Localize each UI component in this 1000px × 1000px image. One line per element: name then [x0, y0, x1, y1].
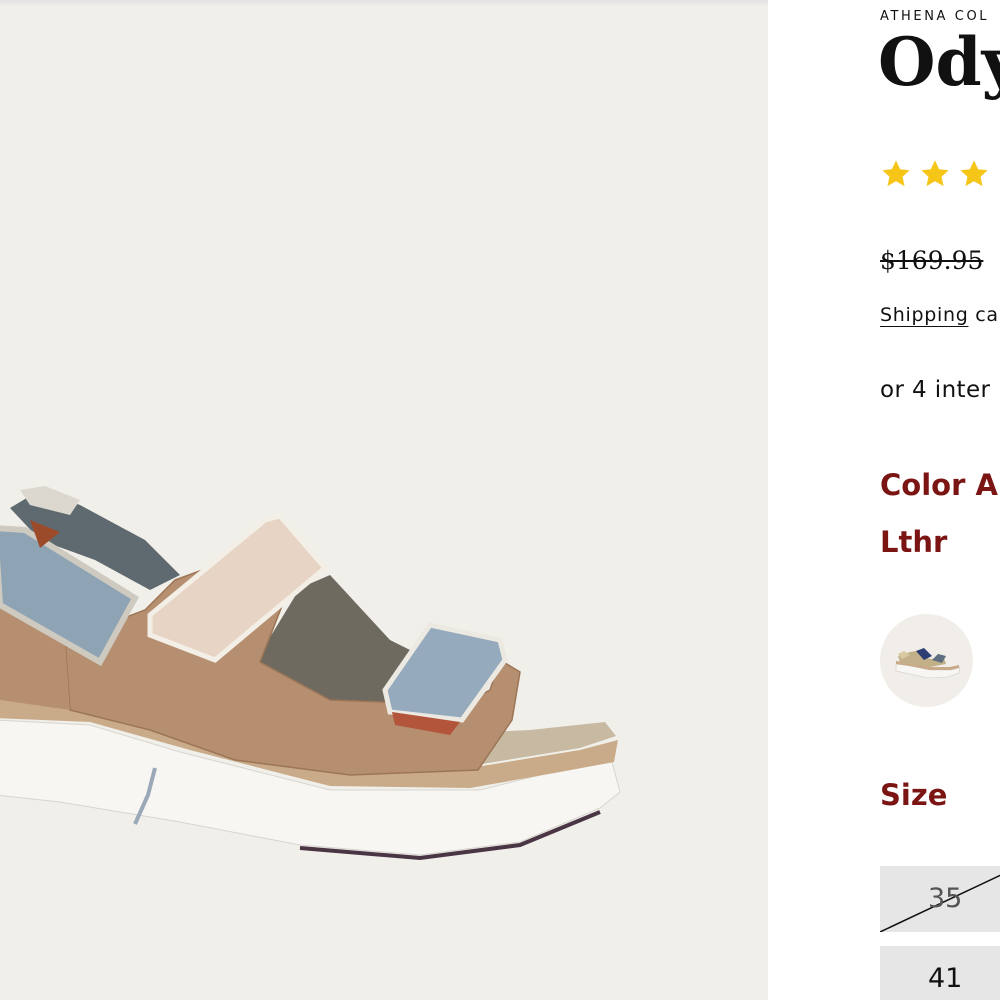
rating-stars[interactable] [880, 158, 1000, 194]
color-label: Color A Lthr [880, 457, 1000, 571]
color-value: Lthr [880, 525, 948, 559]
product-info-panel: ATHENA COL Ody $169.95 Shipping ca or 4 … [768, 0, 1000, 1000]
star-icon [880, 158, 912, 190]
size-option-label: 41 [928, 963, 963, 994]
product-title: Ody [878, 23, 1000, 101]
size-label: Size [880, 778, 948, 812]
size-option-label: 35 [928, 883, 963, 914]
shipping-note-text: ca [975, 304, 999, 326]
size-option-41[interactable]: 41 [880, 946, 1000, 1000]
shipping-note: Shipping ca [880, 304, 999, 326]
compare-at-price: $169.95 [880, 246, 984, 275]
installments-text: or 4 inter [880, 377, 991, 403]
star-icon [958, 158, 990, 190]
color-swatch[interactable] [880, 614, 973, 707]
size-option-35[interactable]: 35 [880, 866, 1000, 932]
shipping-link[interactable]: Shipping [880, 304, 968, 326]
sandal-thumbnail [895, 648, 961, 679]
product-vendor[interactable]: ATHENA COL [880, 9, 989, 24]
color-label-text: Color A [880, 468, 998, 502]
sandal-product-photo [0, 486, 621, 861]
star-icon [919, 158, 951, 190]
product-image-gallery[interactable] [0, 6, 768, 1000]
